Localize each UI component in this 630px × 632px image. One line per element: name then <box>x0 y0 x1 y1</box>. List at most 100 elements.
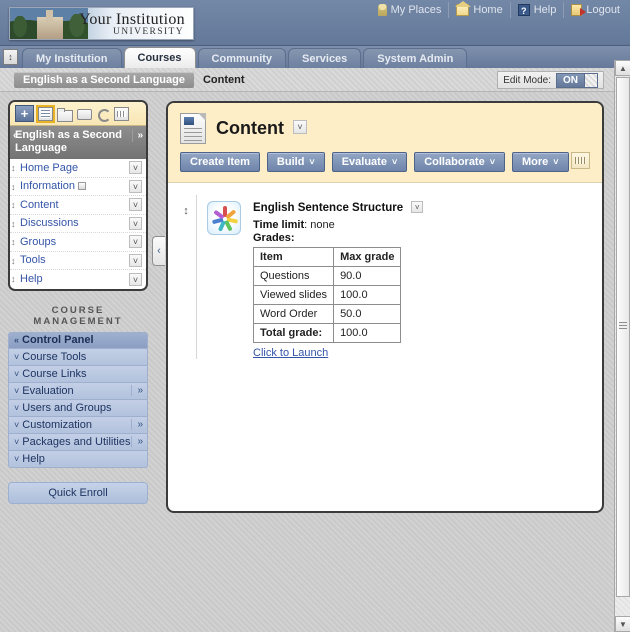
course-menu-item-tools[interactable]: ↕ Tools ˅ <box>10 252 146 270</box>
build-label: Build <box>276 156 305 168</box>
page-title-chevron-down-icon[interactable]: ˅ <box>293 120 308 134</box>
edit-mode-label: Edit Mode: <box>503 74 551 86</box>
click-to-launch-link[interactable]: Click to Launch <box>253 347 328 359</box>
scroll-down-icon[interactable]: ▼ <box>615 616 630 632</box>
control-panel-item-customization[interactable]: ˅ Customization » <box>8 416 148 434</box>
nav-my-places[interactable]: My Places <box>371 2 450 18</box>
control-panel-item-help[interactable]: ˅ Help <box>8 450 148 468</box>
course-menu-item-content[interactable]: ↕ Content ˅ <box>10 196 146 215</box>
edit-mode-state: ON <box>557 73 584 87</box>
control-panel-item-packages-and-utilities[interactable]: ˅ Packages and Utilities » <box>8 433 148 451</box>
page-title: Content <box>216 118 284 138</box>
chevron-down-icon[interactable]: ˅ <box>129 216 142 230</box>
global-header: Your Institution UNIVERSITY My Places Ho… <box>0 0 630 46</box>
edit-mode-toggle[interactable]: Edit Mode: ON <box>497 71 604 89</box>
collapse-caret-icon[interactable]: « <box>13 129 19 142</box>
course-menu-item-help[interactable]: ↕ Help ˅ <box>10 270 146 289</box>
edit-mode-switch[interactable]: ON <box>556 72 598 88</box>
create-item-button[interactable]: Create Item <box>180 152 260 172</box>
collaborate-button[interactable]: Collaborate ˅ <box>414 152 505 172</box>
course-menu-item-label[interactable]: Tools <box>20 254 46 266</box>
refresh-icon[interactable] <box>95 107 111 122</box>
plus-icon[interactable]: + <box>15 105 34 122</box>
quick-enroll-button[interactable]: Quick Enroll <box>8 481 148 504</box>
item-drag-handle-icon[interactable]: ↕ <box>176 195 196 359</box>
course-menu-item-label[interactable]: Groups <box>20 236 56 248</box>
control-panel-item-evaluation[interactable]: ˅ Evaluation » <box>8 382 148 400</box>
drag-handle-icon[interactable]: ↕ <box>11 274 17 285</box>
control-panel-item-course-tools[interactable]: ˅ Course Tools <box>8 348 148 366</box>
course-menu-toolbar: + <box>10 102 146 126</box>
expand-caret-icon[interactable]: » <box>131 385 143 396</box>
more-label: More <box>521 156 549 168</box>
course-menu-item-groups[interactable]: ↕ Groups ˅ <box>10 233 146 252</box>
drag-handle-icon[interactable]: ↕ <box>11 219 17 230</box>
tab-courses[interactable]: Courses <box>123 47 196 68</box>
keyboard-accessible-icon[interactable] <box>571 152 590 169</box>
nav-help[interactable]: ? Help <box>511 2 565 18</box>
more-button[interactable]: More ˅ <box>511 152 569 172</box>
expand-caret-icon[interactable]: » <box>131 419 143 430</box>
course-menu-item-discussions[interactable]: ↕ Discussions ˅ <box>10 215 146 233</box>
course-menu-item-label[interactable]: Help <box>20 273 43 285</box>
vertical-scrollbar[interactable]: ▲ ▼ <box>614 60 630 632</box>
house-icon <box>455 1 472 16</box>
display-view-icon[interactable] <box>76 107 92 121</box>
course-menu-more-icon[interactable]: » <box>132 129 143 142</box>
nav-home[interactable]: Home <box>449 1 511 18</box>
chevron-down-icon[interactable]: ˅ <box>129 161 142 175</box>
drag-handle-icon[interactable]: ↕ <box>11 163 17 174</box>
grades-table: Item Max grade Questions 90.0 Viewed sli… <box>252 247 402 343</box>
scrollbar-grip-icon <box>619 322 627 329</box>
keyboard-accessible-icon[interactable] <box>114 106 129 121</box>
chevron-down-icon[interactable]: ˅ <box>129 179 142 193</box>
create-item-label: Create Item <box>190 156 250 168</box>
control-panel-header[interactable]: « Control Panel <box>8 331 148 349</box>
tab-system-admin[interactable]: System Admin <box>363 48 468 68</box>
control-panel-item-label: Evaluation <box>22 384 74 397</box>
tab-services[interactable]: Services <box>288 48 362 68</box>
tab-collapse-icon[interactable]: ↕ <box>3 49 18 65</box>
tower-decoration <box>46 10 53 22</box>
tab-my-institution[interactable]: My Institution <box>22 48 122 68</box>
scroll-up-icon[interactable]: ▲ <box>615 60 630 76</box>
course-menu-item-label[interactable]: Home Page <box>20 162 78 174</box>
course-menu-item-home-page[interactable]: ↕ Home Page ˅ <box>10 159 146 178</box>
course-menu-item-label[interactable]: Information <box>20 180 75 192</box>
list-view-icon[interactable] <box>36 104 55 123</box>
tab-community[interactable]: Community <box>197 48 287 68</box>
grade-item-value: 90.0 <box>333 266 402 286</box>
control-panel: « Control Panel ˅ Course Tools ˅ Course … <box>8 331 148 468</box>
course-menu-item-label[interactable]: Content <box>20 199 59 211</box>
breadcrumb-course[interactable]: English as a Second Language <box>14 71 194 88</box>
nav-logout[interactable]: Logout <box>564 2 622 18</box>
course-menu-item-information[interactable]: ↕ Information ˅ <box>10 178 146 196</box>
control-panel-item-course-links[interactable]: ˅ Course Links <box>8 365 148 383</box>
chevron-down-icon[interactable]: ˅ <box>129 198 142 212</box>
document-line <box>184 132 202 133</box>
chevron-down-icon[interactable]: ˅ <box>129 253 142 267</box>
table-header-row: Item Max grade <box>252 247 402 267</box>
course-menu-item-label[interactable]: Discussions <box>20 217 79 229</box>
drag-handle-icon[interactable]: ↕ <box>11 200 17 211</box>
collaborate-label: Collaborate <box>424 156 485 168</box>
pinwheel-icon <box>207 201 241 235</box>
chevron-down-icon: ˅ <box>309 157 315 167</box>
drag-handle-icon[interactable]: ↕ <box>11 182 17 193</box>
course-menu-title-text: English as a Second Language <box>15 129 122 154</box>
chevron-down-icon[interactable]: ˅ <box>129 235 142 249</box>
evaluate-button[interactable]: Evaluate ˅ <box>331 152 408 172</box>
item-chevron-down-icon[interactable]: ˅ <box>411 201 424 213</box>
drag-handle-icon[interactable]: ↕ <box>11 237 17 248</box>
folder-view-icon[interactable] <box>57 107 73 122</box>
breadcrumb: English as a Second Language Content Edi… <box>0 68 630 92</box>
sidebar-collapse-handle[interactable]: ‹ <box>152 236 165 266</box>
build-button[interactable]: Build ˅ <box>266 152 325 172</box>
content-list: ↕ English Sentence Structure ˅ Time limi… <box>168 183 602 359</box>
scrollbar-thumb[interactable] <box>616 77 630 597</box>
drag-handle-icon[interactable]: ↕ <box>11 256 17 267</box>
control-panel-item-users-and-groups[interactable]: ˅ Users and Groups <box>8 399 148 417</box>
content-item-title[interactable]: English Sentence Structure <box>253 202 403 214</box>
expand-caret-icon[interactable]: » <box>131 436 143 447</box>
chevron-down-icon[interactable]: ˅ <box>129 272 142 286</box>
